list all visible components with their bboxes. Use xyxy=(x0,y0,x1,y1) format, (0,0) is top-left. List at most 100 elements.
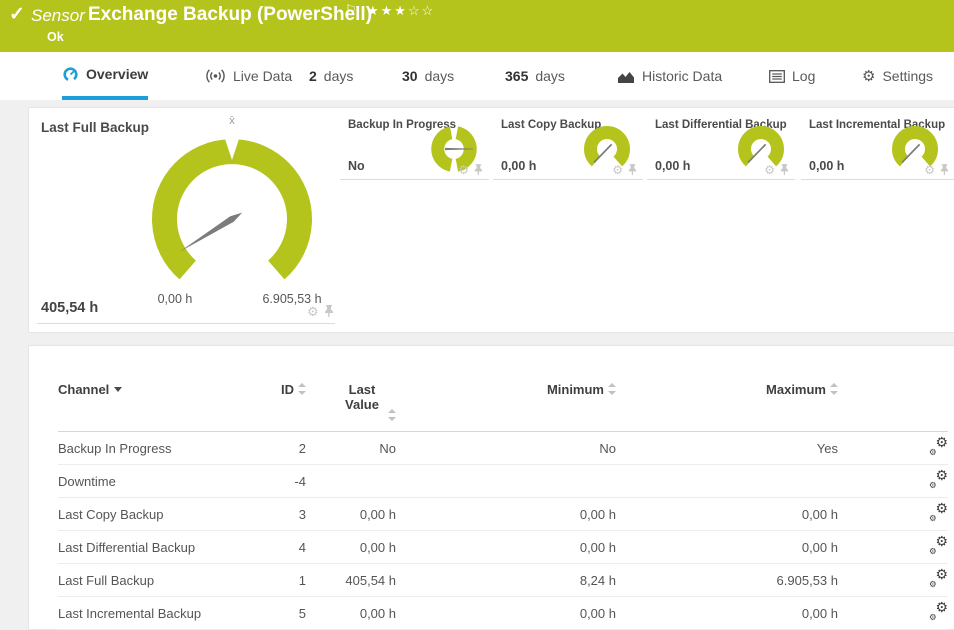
channel-id: 4 xyxy=(248,531,306,564)
pin-icon[interactable] xyxy=(323,305,334,318)
status-badge: Ok xyxy=(47,30,64,44)
channel-maximum: 0,00 h xyxy=(616,498,838,531)
channel-id: 1 xyxy=(248,564,306,597)
sort-desc-icon xyxy=(114,387,122,392)
tab-overview[interactable]: Overview xyxy=(62,52,148,100)
status-ok-check-icon: ✓ xyxy=(9,3,25,26)
channel-minimum: 0,00 h xyxy=(396,498,616,531)
priority-stars[interactable]: ★★★☆☆ xyxy=(367,3,435,19)
table-row[interactable]: Last Copy Backup 3 0,00 h 0,00 h 0,00 h … xyxy=(58,498,948,531)
channel-settings-cogs-icon[interactable]: ⚙⚙ xyxy=(929,504,948,521)
column-label: Last Value xyxy=(340,382,384,412)
column-header-maximum[interactable]: Maximum xyxy=(616,382,838,432)
gear-icon[interactable]: ⚙ xyxy=(612,164,623,176)
table-row[interactable]: Last Incremental Backup 5 0,00 h 0,00 h … xyxy=(58,597,948,630)
tab-365-days[interactable]: 365 days xyxy=(505,52,565,100)
channel-maximum: Yes xyxy=(616,432,838,465)
sort-icon xyxy=(298,383,306,395)
channel-name[interactable]: Last Incremental Backup xyxy=(58,597,248,630)
table-row[interactable]: Backup In Progress 2 No No Yes ⚙⚙ xyxy=(58,432,948,465)
column-header-edit xyxy=(838,382,948,432)
channel-settings-cogs-icon[interactable]: ⚙⚙ xyxy=(929,537,948,554)
pin-icon[interactable] xyxy=(779,164,789,176)
channel-last-value xyxy=(306,465,396,498)
channel-id: 3 xyxy=(248,498,306,531)
table-row[interactable]: Last Full Backup 1 405,54 h 8,24 h 6.905… xyxy=(58,564,948,597)
gauge-scale-min: 0,00 h xyxy=(147,292,203,306)
gauge-value: 0,00 h xyxy=(809,159,844,173)
gear-icon[interactable]: ⚙ xyxy=(764,164,775,176)
pin-icon[interactable] xyxy=(939,164,949,176)
gauge-tile-last-full-backup[interactable]: Last Full Backup x̄ 0,00 h 6.905,53 h 40… xyxy=(29,108,337,334)
column-header-id[interactable]: ID xyxy=(248,382,306,432)
gauges-panel: Last Full Backup x̄ 0,00 h 6.905,53 h 40… xyxy=(28,107,954,333)
gauge-tile-backup-in-progress[interactable]: Backup In Progress No ⚙ xyxy=(340,108,489,180)
sort-icon xyxy=(830,383,838,395)
tab-log[interactable]: Log xyxy=(769,52,815,100)
sensor-header: ✓ Sensor Exchange Backup (PowerShell) ⚐ … xyxy=(0,0,954,52)
tab-settings[interactable]: ⚙ Settings xyxy=(862,52,933,100)
live-data-icon xyxy=(205,68,226,84)
tab-30-days[interactable]: 30 days xyxy=(402,52,454,100)
tab-label: Live Data xyxy=(233,68,292,84)
tab-label: days xyxy=(425,68,455,84)
sensor-title: Exchange Backup (PowerShell) xyxy=(88,4,372,26)
tab-live-data[interactable]: Live Data xyxy=(205,52,292,100)
tab-label: Overview xyxy=(86,66,148,82)
gauge-icon xyxy=(62,66,79,83)
gauge-tile-last-differential-backup[interactable]: Last Differential Backup 0,00 h ⚙ xyxy=(647,108,795,180)
channel-settings-cogs-icon[interactable]: ⚙⚙ xyxy=(929,570,948,587)
channel-name[interactable]: Last Differential Backup xyxy=(58,531,248,564)
channel-last-value: 0,00 h xyxy=(306,531,396,564)
gauge-needle xyxy=(179,213,242,252)
column-label: Channel xyxy=(58,382,109,397)
channel-name[interactable]: Last Copy Backup xyxy=(58,498,248,531)
log-list-icon xyxy=(769,70,785,83)
gear-icon[interactable]: ⚙ xyxy=(924,164,935,176)
table-row[interactable]: Downtime -4 ⚙⚙ xyxy=(58,465,948,498)
channel-id: -4 xyxy=(248,465,306,498)
channel-name[interactable]: Backup In Progress xyxy=(58,432,248,465)
channel-minimum: No xyxy=(396,432,616,465)
tab-number: 30 xyxy=(402,68,418,84)
flag-icon[interactable]: ⚐ xyxy=(345,2,357,18)
channel-last-value: No xyxy=(306,432,396,465)
column-label: Minimum xyxy=(547,382,604,397)
gauge-tile-last-incremental-backup[interactable]: Last Incremental Backup 0,00 h ⚙ xyxy=(801,108,954,180)
tab-bar: Overview Live Data 2 days 30 days 365 xyxy=(0,52,954,100)
table-header-row: Channel ID Last Value Minimum Maximum xyxy=(58,382,948,432)
channel-settings-cogs-icon[interactable]: ⚙⚙ xyxy=(929,438,948,455)
channel-name[interactable]: Last Full Backup xyxy=(58,564,248,597)
pin-icon[interactable] xyxy=(627,164,637,176)
column-header-last-value[interactable]: Last Value xyxy=(306,382,396,432)
prtg-sensor-page: ✓ Sensor Exchange Backup (PowerShell) ⚐ … xyxy=(0,0,954,630)
channel-maximum: 0,00 h xyxy=(616,597,838,630)
mean-marker-label: x̄ xyxy=(220,115,244,127)
column-header-minimum[interactable]: Minimum xyxy=(396,382,616,432)
gear-icon[interactable]: ⚙ xyxy=(307,305,319,318)
column-header-channel[interactable]: Channel xyxy=(58,382,248,432)
gauge-dial xyxy=(147,134,317,304)
gauge-tile-last-copy-backup[interactable]: Last Copy Backup 0,00 h ⚙ xyxy=(493,108,643,180)
channel-id: 5 xyxy=(248,597,306,630)
gear-icon[interactable]: ⚙ xyxy=(458,164,469,176)
tab-number: 2 xyxy=(309,68,317,84)
channels-panel: Channel ID Last Value Minimum Maximum xyxy=(28,345,954,630)
table-row[interactable]: Last Differential Backup 4 0,00 h 0,00 h… xyxy=(58,531,948,564)
channel-settings-cogs-icon[interactable]: ⚙⚙ xyxy=(929,603,948,620)
tab-label: Historic Data xyxy=(642,68,722,84)
pin-icon[interactable] xyxy=(473,164,483,176)
gauge-value: No xyxy=(348,159,365,173)
channel-name[interactable]: Downtime xyxy=(58,465,248,498)
tab-2-days[interactable]: 2 days xyxy=(309,52,353,100)
gauge-value: 0,00 h xyxy=(501,159,536,173)
tab-historic-data[interactable]: Historic Data xyxy=(617,52,722,100)
sort-icon xyxy=(608,383,616,395)
area-chart-icon xyxy=(617,69,635,84)
tab-label: days xyxy=(535,68,565,84)
gauge-value: 0,00 h xyxy=(655,159,690,173)
sort-icon xyxy=(388,409,396,421)
channel-settings-cogs-icon[interactable]: ⚙⚙ xyxy=(929,471,948,488)
channel-maximum: 0,00 h xyxy=(616,531,838,564)
channel-maximum: 6.905,53 h xyxy=(616,564,838,597)
